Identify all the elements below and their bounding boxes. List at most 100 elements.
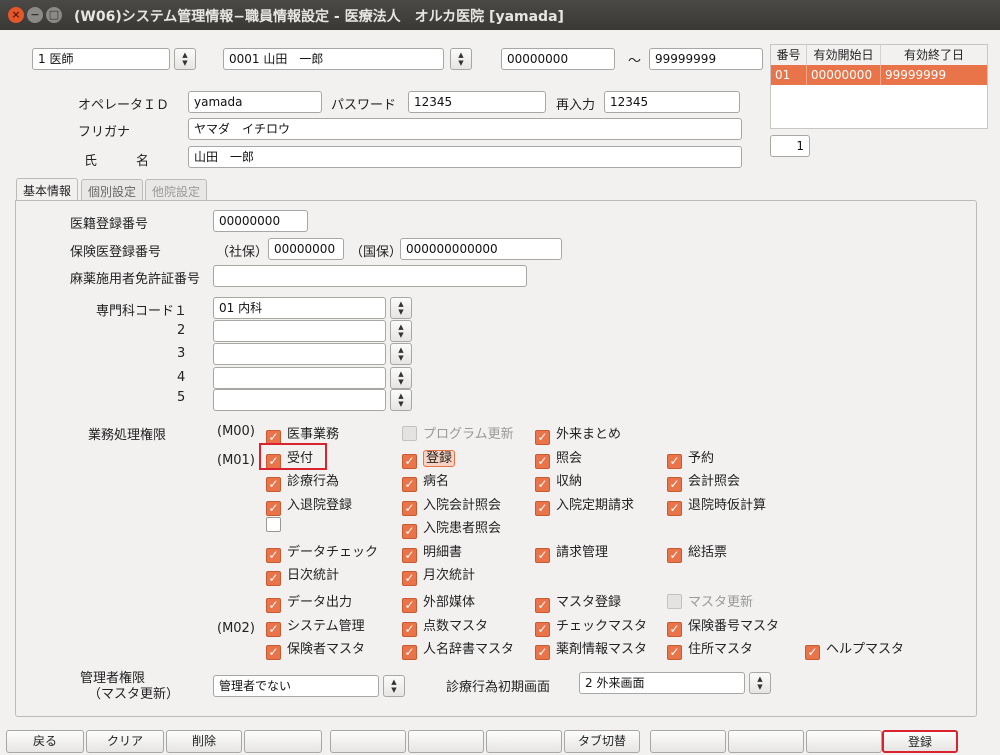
dept-select-4[interactable]: [213, 367, 386, 389]
check-icon: ✓: [535, 501, 550, 516]
perm-nyutaiin[interactable]: ✓ 入退院登録: [266, 494, 352, 516]
job-select[interactable]: 1 医師: [32, 48, 170, 70]
back-button[interactable]: 戻る: [6, 730, 84, 753]
shaho-label: （社保）: [216, 245, 269, 260]
perm-jinmei-master[interactable]: ✓ 人名辞書マスタ: [402, 638, 514, 660]
kokuho-input[interactable]: 000000000000: [400, 238, 562, 260]
perm-uketsuke[interactable]: ✓ 受付: [259, 443, 327, 470]
check-icon: ✓: [266, 477, 281, 492]
empty-button-1[interactable]: [244, 730, 322, 753]
narcotic-input[interactable]: [213, 265, 527, 287]
perm-nichiji[interactable]: ✓ 日次統計: [266, 564, 339, 586]
dept-spinner-1[interactable]: ▲ ▼: [390, 297, 412, 319]
group-m02: (M02): [217, 621, 255, 636]
staff-spinner[interactable]: ▲ ▼: [450, 48, 472, 70]
insurance-label: 保険医登録番号: [70, 245, 162, 260]
reg-no-input[interactable]: 00000000: [213, 210, 308, 232]
range-from-input[interactable]: 00000000: [501, 48, 615, 70]
check-icon: ✓: [402, 524, 417, 539]
perm-jusho-master[interactable]: ✓ 住所マスタ: [667, 638, 753, 660]
perm-taiin-kari[interactable]: ✓ 退院時仮計算: [667, 494, 766, 516]
record-count[interactable]: 1: [770, 135, 810, 157]
reinput-label: 再入力: [556, 98, 596, 113]
perm-master-koushin[interactable]: マスタ更新: [667, 591, 753, 611]
perm-getsuji[interactable]: ✓ 月次統計: [402, 564, 475, 586]
dept-spinner-2[interactable]: ▲ ▼: [390, 320, 412, 342]
perm-shoukai[interactable]: ✓ 照会: [535, 447, 582, 469]
close-icon[interactable]: ×: [8, 7, 24, 23]
perm-unchecked[interactable]: [266, 517, 287, 537]
perm-touroku[interactable]: ✓ 登録: [402, 447, 456, 469]
perm-seikyu[interactable]: ✓ 請求管理: [535, 541, 608, 563]
perm-yoyaku[interactable]: ✓ 予約: [667, 447, 714, 469]
password-input[interactable]: 12345: [408, 91, 546, 113]
perm-yakuzai-master[interactable]: ✓ 薬剤情報マスタ: [535, 638, 647, 660]
check-icon: ✓: [667, 501, 682, 516]
perm-nyuin-kanja[interactable]: ✓ 入院患者照会: [402, 517, 501, 539]
initial-screen-select[interactable]: 2 外来画面: [579, 672, 745, 694]
shaho-input[interactable]: 00000000: [268, 238, 344, 260]
tab-other-clinic[interactable]: 他院設定: [145, 179, 208, 201]
job-spinner[interactable]: ▲ ▼: [174, 48, 196, 70]
admin-select[interactable]: 管理者でない: [213, 675, 379, 697]
check-icon: ✓: [535, 477, 550, 492]
maximize-icon[interactable]: □: [46, 7, 62, 23]
dept-select-5[interactable]: [213, 389, 386, 411]
perm-soukatsu[interactable]: ✓ 総括票: [667, 541, 727, 563]
dept-spinner-3[interactable]: ▲ ▼: [390, 343, 412, 365]
dept-select-1[interactable]: 01 内科: [213, 297, 386, 319]
perm-kaikei-shoukai[interactable]: ✓ 会計照会: [667, 470, 740, 492]
perm-iji[interactable]: ✓ 医事業務: [266, 423, 339, 445]
check-icon: ✓: [266, 501, 281, 516]
perm-help-master[interactable]: ✓ ヘルプマスタ: [805, 638, 904, 660]
perm-master-touroku[interactable]: ✓ マスタ登録: [535, 591, 621, 613]
dept-select-2[interactable]: [213, 320, 386, 342]
empty-button-7[interactable]: [806, 730, 882, 753]
dept-spinner-5[interactable]: ▲ ▼: [390, 389, 412, 411]
admin-spinner[interactable]: ▲ ▼: [383, 675, 405, 697]
perm-byomei[interactable]: ✓ 病名: [402, 470, 449, 492]
empty-button-4[interactable]: [486, 730, 562, 753]
perm-gairai-matome[interactable]: ✓ 外来まとめ: [535, 423, 621, 445]
perm-nyuin-teiki[interactable]: ✓ 入院定期請求: [535, 494, 634, 516]
check-icon: ✓: [402, 454, 417, 469]
perm-data-output[interactable]: ✓ データ出力: [266, 591, 352, 613]
empty-button-2[interactable]: [330, 730, 406, 753]
checkbox-icon: [266, 517, 281, 532]
tab-individual[interactable]: 個別設定: [81, 179, 144, 201]
tab-basic[interactable]: 基本情報: [16, 178, 79, 202]
perm-check-master[interactable]: ✓ チェックマスタ: [535, 615, 647, 637]
operator-id-input[interactable]: yamada: [188, 91, 322, 113]
dept-spinner-4[interactable]: ▲ ▼: [390, 367, 412, 389]
initial-screen-spinner[interactable]: ▲ ▼: [749, 672, 771, 694]
perm-shinryo[interactable]: ✓ 診療行為: [266, 470, 339, 492]
validity-table[interactable]: 番号 有効開始日 有効終了日 01 00000000 99999999: [770, 44, 988, 129]
perm-hokensha-master[interactable]: ✓ 保険者マスタ: [266, 638, 365, 660]
empty-button-5[interactable]: [650, 730, 726, 753]
perm-data-check[interactable]: ✓ データチェック: [266, 541, 378, 563]
perm-gaibu-baitai[interactable]: ✓ 外部媒体: [402, 591, 475, 613]
delete-button[interactable]: 削除: [166, 730, 242, 753]
narcotic-label: 麻薬施用者免許証番号: [70, 272, 201, 287]
register-button[interactable]: 登録: [882, 730, 958, 753]
perm-hoken-bango-master[interactable]: ✓ 保険番号マスタ: [667, 615, 779, 637]
perm-shuno[interactable]: ✓ 収納: [535, 470, 582, 492]
perm-program-update[interactable]: プログラム更新: [402, 423, 514, 443]
furigana-input[interactable]: ヤマダ イチロウ: [188, 118, 742, 140]
dept-select-3[interactable]: [213, 343, 386, 365]
reinput-input[interactable]: 12345: [604, 91, 740, 113]
cell-no: 01: [771, 65, 807, 85]
perm-nyuin-kaikei[interactable]: ✓ 入院会計照会: [402, 494, 501, 516]
perm-meisaisho[interactable]: ✓ 明細書: [402, 541, 462, 563]
tab-switch-button[interactable]: タブ切替: [564, 730, 640, 753]
empty-button-3[interactable]: [408, 730, 484, 753]
empty-button-6[interactable]: [728, 730, 804, 753]
clear-button[interactable]: クリア: [86, 730, 164, 753]
minimize-icon[interactable]: −: [27, 7, 43, 23]
perm-tensu-master[interactable]: ✓ 点数マスタ: [402, 615, 488, 637]
table-row[interactable]: 01 00000000 99999999: [771, 65, 987, 85]
staff-select[interactable]: 0001 山田 一郎: [223, 48, 444, 70]
perm-system-kanri[interactable]: ✓ システム管理: [266, 615, 365, 637]
name-input[interactable]: 山田 一郎: [188, 146, 742, 168]
range-to-input[interactable]: 99999999: [649, 48, 763, 70]
